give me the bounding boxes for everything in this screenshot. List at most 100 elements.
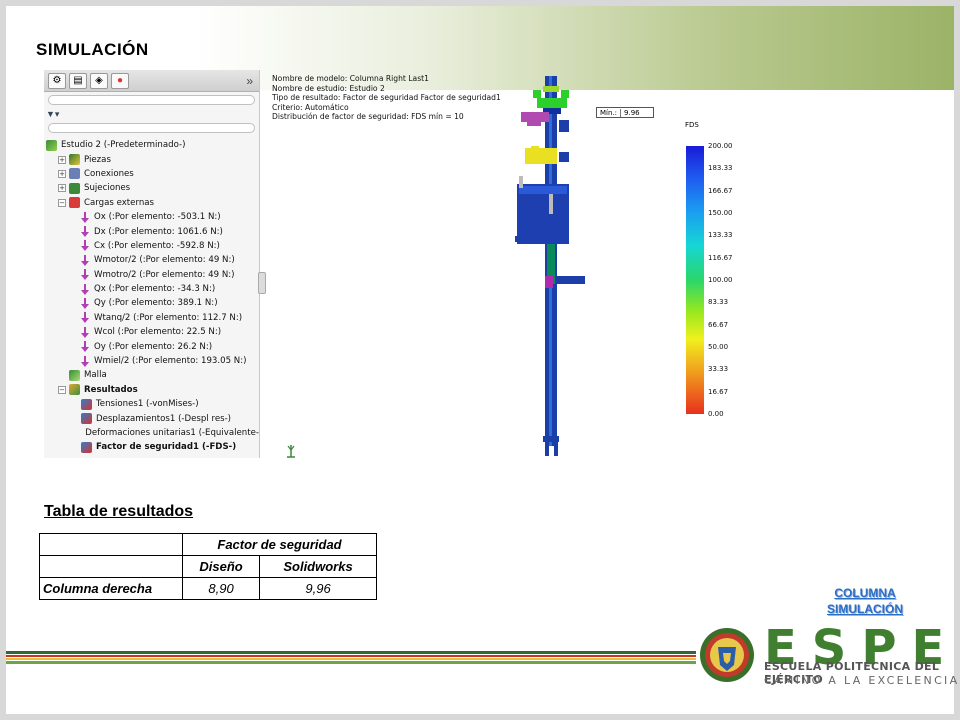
tree-search-field[interactable]: [48, 95, 255, 105]
tree-item-label: Qy (:Por elemento: 389.1 N:): [94, 298, 218, 309]
feature-manager-tab-icon[interactable]: ⚙: [48, 72, 66, 89]
tree-item[interactable]: Factor de seguridad1 (-FDS-): [44, 440, 259, 454]
tree-item-label: Ox (:Por elemento: -503.1 N:): [94, 212, 221, 223]
config-manager-tab-icon[interactable]: ◈: [90, 72, 108, 89]
tree-item-label: Wmotro/2 (:Por elemento: 49 N:): [94, 269, 235, 280]
footer-stripe-dark-green: [6, 651, 696, 654]
results-folder-icon: [69, 384, 80, 396]
table-corner-cell: [39, 533, 183, 556]
fos-distribution-line: Distribución de factor de seguridad: FDS…: [272, 112, 464, 122]
tree-item[interactable]: Wmotro/2 (:Por elemento: 49 N:): [44, 268, 259, 282]
tree-item[interactable]: Oy (:Por elemento: 26.2 N:): [44, 339, 259, 353]
legend-tick-label: 200.00: [708, 142, 733, 150]
tree-item-label: Wmiel/2 (:Por elemento: 193.05 N:): [94, 356, 247, 367]
tree-item[interactable]: Qy (:Por elemento: 389.1 N:): [44, 296, 259, 310]
force-arrow-icon: [81, 355, 90, 367]
property-manager-tab-icon[interactable]: ▤: [69, 72, 87, 89]
tree-tab-bar: ⚙ ▤ ◈ ● »: [44, 70, 259, 92]
col-solidworks-header: Solidworks: [259, 555, 377, 578]
results-table: Factor de seguridad Diseño Solidworks Co…: [39, 533, 377, 600]
espe-seal-logo: [700, 628, 754, 682]
tree-item-label: Sujeciones: [84, 183, 131, 194]
solidworks-value-cell: 9,96: [259, 577, 377, 600]
legend-tick-label: 100.00: [708, 276, 733, 284]
tree-item[interactable]: Estudio 2 (-Predeterminado-): [44, 138, 259, 152]
tree-item[interactable]: + Conexiones: [44, 167, 259, 181]
tree-item[interactable]: Wmiel/2 (:Por elemento: 193.05 N:): [44, 354, 259, 368]
tree-item-label: Desplazamientos1 (-Despl res-): [96, 413, 232, 424]
tree-item-label: Tensiones1 (-vonMises-): [96, 399, 199, 410]
frame-right: [954, 0, 960, 720]
tree-item[interactable]: + Piezas: [44, 152, 259, 166]
tree-item[interactable]: − Cargas externas: [44, 196, 259, 210]
tree-item-label: Qx (:Por elemento: -34.3 N:): [94, 284, 216, 295]
force-arrow-icon: [81, 283, 90, 295]
plot-icon: [81, 413, 92, 425]
frame-left: [0, 0, 6, 720]
espe-brand-tagline: CAMINO A LA EXCELENCIA: [764, 674, 960, 687]
appearance-tab-icon[interactable]: ●: [111, 72, 129, 89]
force-arrow-icon: [81, 254, 90, 266]
legend-tick-label: 83.33: [708, 298, 729, 307]
table-row: Columna derecha 8,90 9,96: [39, 577, 377, 600]
study-name-line: Nombre de estudio: Estudio 2: [272, 83, 385, 93]
tree-item[interactable]: Wtanq/2 (:Por elemento: 112.7 N:): [44, 311, 259, 325]
table-subheader-row: Diseño Solidworks: [39, 555, 377, 578]
design-value-cell: 8,90: [181, 577, 261, 600]
tree-item-label: Conexiones: [84, 168, 134, 179]
col-design-header: Diseño: [181, 555, 261, 578]
force-arrow-icon: [81, 341, 90, 353]
force-arrow-icon: [81, 312, 90, 324]
tree-item[interactable]: Cx (:Por elemento: -592.8 N:): [44, 239, 259, 253]
axis-triad-icon: [287, 445, 295, 458]
tree-item[interactable]: Malla: [44, 368, 259, 382]
tree-item[interactable]: Tensiones1 (-vonMises-): [44, 397, 259, 411]
collapse-icon[interactable]: −: [58, 385, 66, 394]
nav-link-columna-simulacion[interactable]: COLUMNA SIMULACIÓN: [820, 585, 910, 617]
tree-item-label: Deformaciones unitarias1 (-Equivalente-: [85, 428, 259, 438]
tree-item[interactable]: − Resultados: [44, 383, 259, 397]
tree-item-label: Wtanq/2 (:Por elemento: 112.7 N:): [94, 312, 243, 323]
tree-item[interactable]: Desplazamientos1 (-Despl res-): [44, 411, 259, 425]
column-model-render[interactable]: [505, 76, 595, 461]
model-name-line: Nombre de modelo: Columna Right Last1: [272, 74, 429, 83]
footer-stripe-red: [6, 655, 696, 657]
tree-filter-field[interactable]: [48, 123, 255, 133]
group-header-cell: Factor de seguridad: [182, 533, 377, 556]
legend-tick-label: 133.33: [708, 231, 733, 240]
tree-item[interactable]: Wmotor/2 (:Por elemento: 49 N:): [44, 253, 259, 267]
tree-item[interactable]: Ox (:Por elemento: -503.1 N:): [44, 210, 259, 224]
results-table-title: Tabla de resultados: [44, 503, 194, 520]
tree-item[interactable]: + Sujeciones: [44, 181, 259, 195]
row-label-cell: Columna derecha: [39, 577, 183, 600]
model-info-block: Nombre de modelo: Columna Right Last1 No…: [272, 74, 501, 122]
min-callout-label: Mín.:: [597, 108, 622, 117]
tree-item-label: Resultados: [84, 384, 138, 395]
legend-tick-label: 66.67: [708, 320, 729, 329]
external-loads-icon: [69, 197, 80, 209]
tree-item-label: Wcol (:Por elemento: 22.5 N:): [94, 327, 222, 338]
tree-item-label: Malla: [84, 370, 107, 381]
tree-item[interactable]: Wcol (:Por elemento: 22.5 N:): [44, 325, 259, 339]
tree-item[interactable]: Qx (:Por elemento: -34.3 N:): [44, 282, 259, 296]
tree-item[interactable]: Dx (:Por elemento: 1061.6 N:): [44, 224, 259, 238]
expand-icon[interactable]: +: [58, 169, 66, 178]
filter-icon[interactable]: ▼▾: [44, 108, 259, 120]
slide-title: SIMULACIÓN: [36, 40, 149, 59]
nav-link-line1: COLUMNA: [834, 586, 896, 600]
criterion-line: Criterio: Automático: [272, 102, 349, 112]
expand-tabs-icon[interactable]: »: [246, 74, 253, 88]
panel-splitter-handle[interactable]: [258, 272, 266, 294]
fixtures-icon: [69, 182, 80, 194]
force-arrow-icon: [81, 240, 90, 252]
expand-icon[interactable]: +: [58, 184, 66, 193]
legend-tick-label: 33.33: [708, 365, 729, 374]
expand-icon[interactable]: +: [58, 155, 66, 164]
plot-icon: [81, 441, 92, 453]
footer-stripe-light-green: [6, 661, 696, 664]
legend-tick-label: 50.00: [708, 343, 729, 351]
tree-item-label: Dx (:Por elemento: 1061.6 N:): [94, 226, 223, 237]
tree-item[interactable]: Deformaciones unitarias1 (-Equivalente-: [44, 426, 259, 440]
collapse-icon[interactable]: −: [58, 198, 66, 207]
min-callout-value: 9.96: [624, 108, 640, 117]
